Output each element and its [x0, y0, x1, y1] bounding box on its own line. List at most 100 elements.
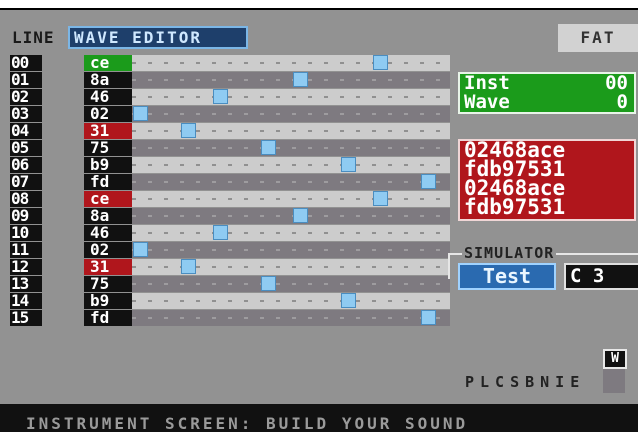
wave-lane[interactable] [132, 55, 450, 71]
lane-dots [132, 147, 450, 149]
wave-row-01[interactable]: 01 8a [10, 72, 450, 89]
row-index: 05 [10, 140, 42, 156]
wave-lane[interactable] [132, 72, 450, 88]
simulator-title: SIMULATOR [462, 244, 557, 262]
wave-marker[interactable] [133, 106, 148, 121]
row-index: 07 [10, 174, 42, 190]
wave-lane[interactable] [132, 276, 450, 292]
instrument-panel[interactable]: Inst 00 Wave 0 [458, 72, 636, 114]
row-gap [42, 174, 84, 191]
row-gap [42, 157, 84, 174]
wave-lane[interactable] [132, 310, 450, 326]
simulator-test-button[interactable]: Test [458, 263, 556, 290]
tab-fat[interactable]: FAT [558, 24, 638, 52]
wave-marker[interactable] [373, 55, 388, 70]
wave-label: Wave [464, 91, 510, 113]
wave-row-05[interactable]: 05 75 [10, 140, 450, 157]
inst-value[interactable]: 00 [605, 74, 628, 93]
wave-marker[interactable] [213, 89, 228, 104]
row-index: 08 [10, 191, 42, 207]
wave-value-cell[interactable]: 8a [84, 208, 132, 224]
row-index: 00 [10, 55, 42, 71]
wave-row-00[interactable]: 00 ce [10, 55, 450, 72]
wave-lane[interactable] [132, 89, 450, 105]
row-index: 15 [10, 310, 42, 326]
lane-dots [132, 249, 450, 251]
wave-row-12[interactable]: 12 31 [10, 259, 450, 276]
lane-dots [132, 198, 450, 200]
wave-hex-panel[interactable]: 02468ace fdb97531 02468ace fdb97531 [458, 139, 636, 221]
wave-lane[interactable] [132, 225, 450, 241]
wave-row[interactable]: Wave 0 [460, 93, 634, 112]
wave-value-cell[interactable]: fd [84, 174, 132, 190]
wave-lane[interactable] [132, 208, 450, 224]
row-gap [42, 191, 84, 208]
wave-value-cell[interactable]: ce [84, 55, 132, 71]
wave-marker[interactable] [421, 310, 436, 325]
wave-row-15[interactable]: 15 fd [10, 310, 450, 327]
wave-value-cell[interactable]: 31 [84, 259, 132, 275]
row-gap [42, 242, 84, 259]
wave-value[interactable]: 0 [617, 93, 628, 112]
wave-marker[interactable] [261, 276, 276, 291]
wave-lane[interactable] [132, 157, 450, 173]
wave-marker[interactable] [293, 72, 308, 87]
wave-row-06[interactable]: 06 b9 [10, 157, 450, 174]
row-gap [42, 123, 84, 140]
lane-dots [132, 62, 450, 64]
row-index: 02 [10, 89, 42, 105]
wave-value-cell[interactable]: 46 [84, 89, 132, 105]
wave-lane[interactable] [132, 140, 450, 156]
wave-value-cell[interactable]: 75 [84, 276, 132, 292]
row-index: 10 [10, 225, 42, 241]
wave-lane[interactable] [132, 174, 450, 190]
wave-row-09[interactable]: 09 8a [10, 208, 450, 225]
wave-marker[interactable] [341, 293, 356, 308]
wave-marker[interactable] [133, 242, 148, 257]
wave-value-cell[interactable]: 02 [84, 106, 132, 122]
wave-value-cell[interactable]: ce [84, 191, 132, 207]
wave-marker[interactable] [341, 157, 356, 172]
wave-lane[interactable] [132, 106, 450, 122]
wave-lane[interactable] [132, 242, 450, 258]
wave-row-08[interactable]: 08 ce [10, 191, 450, 208]
wave-value-cell[interactable]: b9 [84, 293, 132, 309]
wave-lane[interactable] [132, 123, 450, 139]
row-gap [42, 106, 84, 123]
wave-marker[interactable] [261, 140, 276, 155]
row-gap [42, 55, 84, 72]
wave-row-11[interactable]: 11 02 [10, 242, 450, 259]
wave-lane[interactable] [132, 259, 450, 275]
wave-value-cell[interactable]: fd [84, 310, 132, 326]
row-index: 13 [10, 276, 42, 292]
tab-wave-editor[interactable]: WAVE EDITOR [68, 26, 248, 49]
row-index: 09 [10, 208, 42, 224]
wave-row-02[interactable]: 02 46 [10, 89, 450, 106]
wave-value-cell[interactable]: 8a [84, 72, 132, 88]
wave-value-cell[interactable]: 31 [84, 123, 132, 139]
tab-line[interactable]: LINE [12, 27, 55, 48]
wave-row-04[interactable]: 04 31 [10, 123, 450, 140]
wave-value-cell[interactable]: 46 [84, 225, 132, 241]
simulator-note-field[interactable]: C 3 [564, 263, 638, 290]
wave-value-cell[interactable]: 02 [84, 242, 132, 258]
wave-marker[interactable] [181, 259, 196, 274]
wave-row-10[interactable]: 10 46 [10, 225, 450, 242]
wave-row-03[interactable]: 03 02 [10, 106, 450, 123]
wave-marker[interactable] [213, 225, 228, 240]
wave-lane[interactable] [132, 293, 450, 309]
wave-grid[interactable]: 00 ce 01 8a 02 46 03 02 04 31 05 75 06 b9 07 fd 08 ce 09 8a… [10, 55, 450, 327]
wave-marker[interactable] [421, 174, 436, 189]
wave-value-cell[interactable]: 75 [84, 140, 132, 156]
wave-row-07[interactable]: 07 fd [10, 174, 450, 191]
wave-row-13[interactable]: 13 75 [10, 276, 450, 293]
screen-nav-letters[interactable]: PLCSBNIE [465, 373, 585, 391]
row-gap [42, 89, 84, 106]
wave-marker[interactable] [181, 123, 196, 138]
wave-marker[interactable] [293, 208, 308, 223]
wave-marker[interactable] [373, 191, 388, 206]
wave-value-cell[interactable]: b9 [84, 157, 132, 173]
wave-row-14[interactable]: 14 b9 [10, 293, 450, 310]
wave-icon[interactable]: W [603, 349, 627, 369]
wave-lane[interactable] [132, 191, 450, 207]
